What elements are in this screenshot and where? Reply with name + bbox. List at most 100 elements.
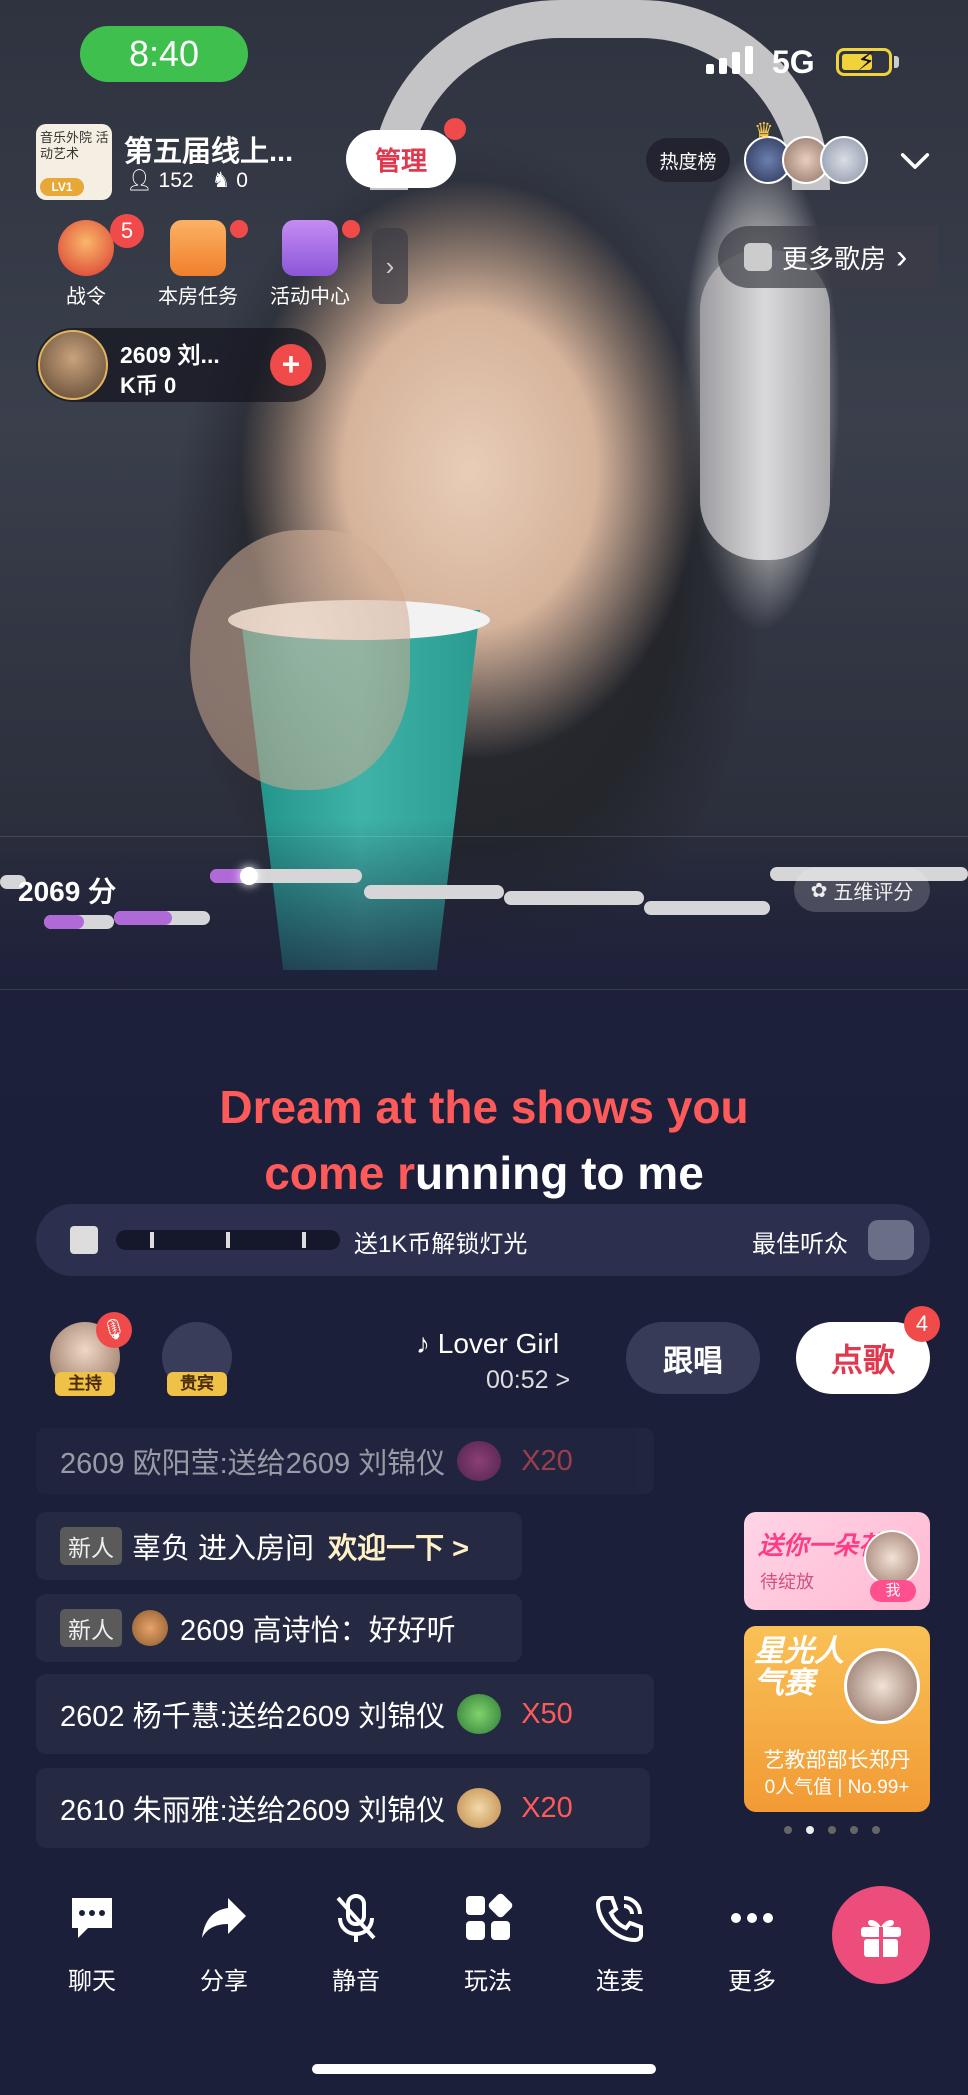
- room-title[interactable]: 第五届线上...: [124, 128, 293, 170]
- battery-tip: [894, 56, 899, 68]
- guest-tag: 贵宾: [167, 1372, 227, 1396]
- lyric-line-2-rest: unning to me: [415, 1147, 704, 1199]
- guest-seat[interactable]: 贵宾: [162, 1322, 232, 1396]
- lyric-line-1-sung: Dream at the shows you: [219, 1081, 749, 1133]
- nav-connect[interactable]: 连麦: [570, 1892, 670, 1996]
- rate-label: 五维评分: [833, 881, 914, 904]
- nav-more[interactable]: 更多: [702, 1892, 802, 1996]
- center-notify-dot: [342, 220, 360, 238]
- gift-count: X20: [521, 1791, 573, 1824]
- room-stats: 👤︎ 152 ♞ 0: [126, 168, 248, 193]
- progress-tick: [226, 1232, 230, 1248]
- flower-card-avatar: [864, 1530, 920, 1586]
- welcome-button[interactable]: 欢迎一下 >: [328, 1525, 469, 1567]
- nav-chat[interactable]: 聊天: [42, 1892, 142, 1996]
- nav-label: 更多: [728, 1968, 776, 1995]
- send-flower-card[interactable]: 送你一朵花 待绽放 我: [744, 1512, 930, 1610]
- chevron-right-icon: ›: [385, 250, 395, 281]
- pager-dot-active: [806, 1826, 814, 1834]
- room-level-badge: LV1: [40, 178, 84, 196]
- chat-message: 2602 杨千慧:送给2609 刘锦仪 X50: [36, 1674, 654, 1754]
- rank-avatar-3[interactable]: [820, 136, 868, 184]
- chat-message: 新人 辜负 进入房间 欢迎一下 >: [36, 1512, 522, 1580]
- singer-name: 2609 刘...: [120, 342, 220, 368]
- nav-play[interactable]: 玩法: [438, 1892, 538, 1996]
- pager-dot: [872, 1826, 880, 1834]
- pitch-track: [0, 836, 968, 990]
- star-card-stats: 0人气值 | No.99+: [764, 1777, 910, 1798]
- manage-button[interactable]: 管理: [346, 130, 456, 188]
- pitch-note: [644, 901, 770, 915]
- nav-mute[interactable]: 静音: [306, 1892, 406, 1996]
- mics-count: 0: [236, 169, 248, 192]
- chat-message: 2610 朱丽雅:送给2609 刘锦仪 X20: [36, 1768, 650, 1848]
- person-icon: 👤︎: [126, 168, 153, 192]
- singer-pill[interactable]: 2609 刘... K币 0 +: [36, 328, 326, 402]
- activity-next-button[interactable]: ›: [372, 228, 408, 304]
- hand-graphic: [190, 530, 410, 790]
- home-indicator[interactable]: [312, 2064, 656, 2074]
- light-progress: [116, 1230, 340, 1250]
- host-tag: 主持: [55, 1372, 115, 1396]
- song-title[interactable]: ♪ Lover Girl: [416, 1328, 559, 1360]
- star-card-title: 星光人气赛: [754, 1635, 844, 1700]
- follow-plus-button[interactable]: +: [270, 344, 312, 386]
- singer-coins: K币 0: [120, 373, 177, 398]
- sofa-icon[interactable]: [868, 1220, 914, 1260]
- flower-card-me: 我: [870, 1580, 916, 1602]
- chevron-down-icon[interactable]: [900, 146, 930, 176]
- activity-badge: 5: [110, 214, 144, 248]
- nav-label: 连麦: [596, 1968, 644, 1995]
- progress-tick: [150, 1232, 154, 1248]
- gift-count: X50: [521, 1697, 573, 1730]
- lyric-line-2: come running to me: [0, 1146, 968, 1200]
- sing-along-button[interactable]: 跟唱: [626, 1322, 760, 1394]
- phone-icon: [595, 1896, 643, 1943]
- singer-avatar[interactable]: [38, 330, 108, 400]
- pitch-cursor: [240, 867, 258, 885]
- members-stat: 👤︎ 152: [126, 169, 194, 193]
- chat-text: 2610 朱丽雅:送给2609 刘锦仪: [60, 1795, 446, 1827]
- pitch-note: [364, 885, 504, 899]
- music-note-icon: ♪: [416, 1328, 430, 1359]
- best-listener-label: 最佳听众: [752, 1231, 848, 1258]
- chat-message: 2609 欧阳莹:送给2609 刘锦仪 X20: [36, 1428, 654, 1494]
- gift-drink-icon: [457, 1788, 502, 1828]
- status-time: 8:40: [80, 26, 248, 82]
- chat-text: 辜负 进入房间: [132, 1533, 315, 1565]
- gift-icon: [861, 1920, 901, 1957]
- pitch-note-sung: [114, 911, 172, 925]
- star-contest-card[interactable]: 星光人气赛 艺教部部长郑丹 0人气值 | No.99+: [744, 1626, 930, 1812]
- more-rooms-button[interactable]: 更多歌房 ›: [718, 226, 938, 288]
- star-card-avatar: [844, 1648, 920, 1724]
- chevron-right-icon: ›: [896, 237, 908, 276]
- room-logo-text: 音乐外院 活动艺术: [40, 130, 109, 161]
- lyric-line-2-sung: come r: [264, 1147, 416, 1199]
- sofa-icon: ♞: [211, 169, 231, 192]
- nav-share[interactable]: 分享: [174, 1892, 274, 1996]
- song-time[interactable]: 00:52 >: [486, 1366, 570, 1395]
- headphone-cup: [700, 250, 830, 560]
- light-unlock-bar[interactable]: 送1K币解锁灯光 最佳听众: [36, 1204, 930, 1276]
- share-icon: [202, 1898, 246, 1938]
- pager-dot: [784, 1826, 792, 1834]
- grid-icon: [466, 1893, 513, 1940]
- star-icon: ✿: [810, 879, 828, 902]
- room-logo[interactable]: 音乐外院 活动艺术 LV1: [36, 124, 112, 200]
- user-badge-icon: [132, 1610, 168, 1646]
- chat-message: 新人 2609 高诗怡：好好听: [36, 1594, 522, 1662]
- chat-text: 2609 高诗怡：好好听: [180, 1615, 456, 1647]
- activity-label: 本房任务: [158, 286, 238, 308]
- gift-button[interactable]: [832, 1886, 930, 1984]
- nav-label: 聊天: [68, 1968, 116, 1995]
- room-icon: [744, 243, 772, 271]
- hot-rank-button[interactable]: 热度榜: [646, 138, 730, 182]
- flower-card-status: 待绽放: [760, 1572, 814, 1592]
- nav-label: 分享: [200, 1968, 248, 1995]
- more-icon: [731, 1913, 773, 1923]
- battery-icon: ⚡: [836, 47, 892, 76]
- rate-button[interactable]: ✿ 五维评分: [794, 868, 930, 912]
- members-count: 152: [158, 168, 194, 192]
- calendar-icon: [282, 220, 338, 276]
- progress-tick: [302, 1232, 306, 1248]
